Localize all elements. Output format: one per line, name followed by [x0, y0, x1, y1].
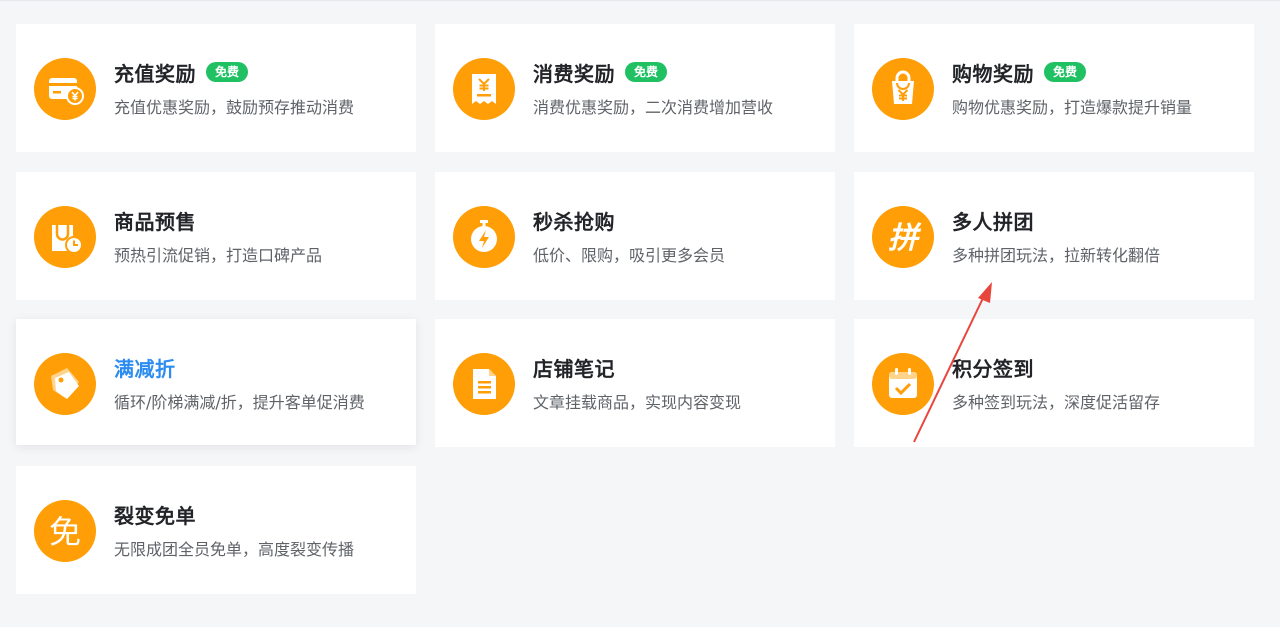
card-description: 充值优惠奖励，鼓励预存推动消费	[114, 98, 355, 117]
card-title: 消费奖励	[533, 61, 615, 86]
card-points-checkin[interactable]: 积分签到 多种签到玩法，深度促活留存	[854, 319, 1254, 447]
card-presale[interactable]: 商品预售 预热引流促销，打造口碑产品	[16, 172, 416, 300]
card-title: 商品预售	[114, 209, 196, 234]
card-discount[interactable]: 满减折 循环/阶梯满减/折，提升客单促消费	[16, 319, 416, 445]
calendar-check-icon	[872, 353, 934, 415]
bag-yuan-icon	[872, 58, 934, 120]
card-store-notes[interactable]: 店铺笔记 文章挂载商品，实现内容变现	[435, 319, 835, 447]
document-icon	[453, 353, 515, 415]
card-shopping-reward[interactable]: 购物奖励 免费 购物优惠奖励，打造爆款提升销量	[854, 24, 1254, 152]
card-title: 裂变免单	[114, 503, 196, 528]
card-description: 无限成团全员免单，高度裂变传播	[114, 540, 355, 559]
card-title: 秒杀抢购	[533, 209, 615, 234]
card-title: 满减折	[114, 356, 176, 381]
card-description: 购物优惠奖励，打造爆款提升销量	[952, 98, 1193, 117]
card-title: 多人拼团	[952, 209, 1034, 234]
top-divider	[0, 0, 1280, 4]
card-description: 消费优惠奖励，二次消费增加营收	[533, 98, 774, 117]
svg-text:拼: 拼	[888, 221, 922, 256]
card-description: 预热引流促销，打造口碑产品	[114, 246, 323, 265]
card-title: 积分签到	[952, 356, 1034, 381]
mian-character-icon: 免	[34, 500, 96, 562]
card-group-buy[interactable]: 拼 多人拼团 多种拼团玩法，拉新转化翻倍	[854, 172, 1254, 300]
card-description: 文章挂载商品，实现内容变现	[533, 393, 742, 412]
free-badge: 免费	[206, 62, 249, 82]
card-description: 多种签到玩法，深度促活留存	[952, 393, 1161, 412]
card-title: 购物奖励	[952, 61, 1034, 86]
card-title: 店铺笔记	[533, 356, 615, 381]
free-badge: 免费	[625, 62, 668, 82]
card-recharge-reward[interactable]: 充值奖励 免费 充值优惠奖励，鼓励预存推动消费	[16, 24, 416, 152]
free-badge: 免费	[1044, 62, 1087, 82]
card-free-order[interactable]: 免 裂变免单 无限成团全员免单，高度裂变传播	[16, 466, 416, 594]
card-yuan-icon	[34, 58, 96, 120]
card-consume-reward[interactable]: 消费奖励 免费 消费优惠奖励，二次消费增加营收	[435, 24, 835, 152]
receipt-yuan-icon	[453, 58, 515, 120]
svg-text:免: 免	[49, 513, 81, 551]
card-description: 低价、限购，吸引更多会员	[533, 246, 726, 265]
pin-character-icon: 拼	[872, 206, 934, 268]
price-tag-icon	[34, 353, 96, 415]
card-description: 循环/阶梯满减/折，提升客单促消费	[114, 393, 365, 412]
card-flash-sale[interactable]: 秒杀抢购 低价、限购，吸引更多会员	[435, 172, 835, 300]
card-title: 充值奖励	[114, 61, 196, 86]
card-description: 多种拼团玩法，拉新转化翻倍	[952, 246, 1161, 265]
stopwatch-lightning-icon	[453, 206, 515, 268]
bag-clock-icon	[34, 206, 96, 268]
